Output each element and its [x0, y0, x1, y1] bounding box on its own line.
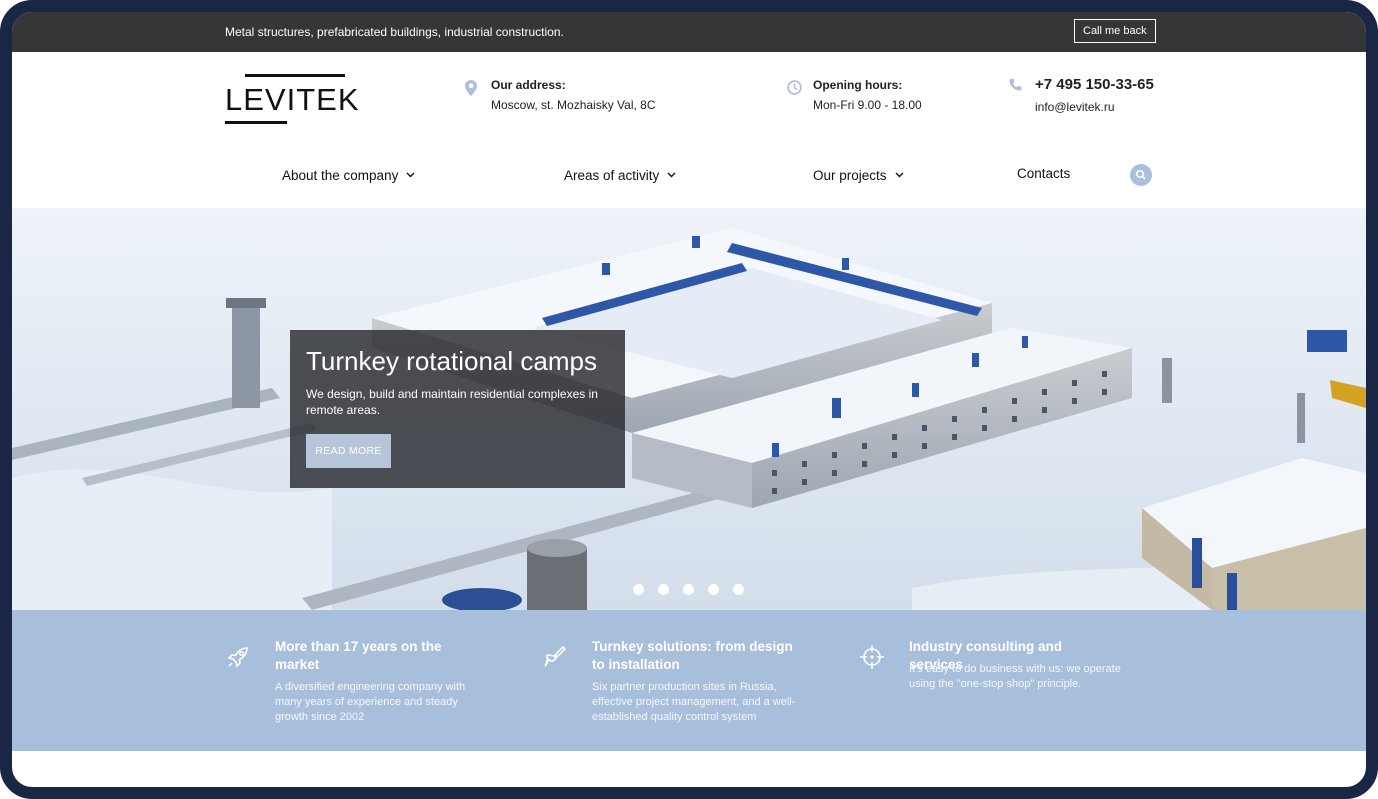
logo[interactable]: LEVITEK: [225, 74, 359, 126]
nav-label: Areas of activity: [564, 168, 660, 183]
chevron-down-icon: [895, 166, 904, 181]
nav-our-projects[interactable]: Our projects: [813, 166, 904, 183]
features-band: More than 17 years on the market A diver…: [12, 610, 1366, 751]
nav-contacts[interactable]: Contacts: [1017, 166, 1070, 181]
location-pin-icon: [465, 80, 477, 101]
feature-description: A diversified engineering company with m…: [275, 681, 466, 723]
nav-about-company[interactable]: About the company: [282, 166, 415, 183]
search-icon: [1135, 169, 1146, 180]
chevron-down-icon: [406, 166, 415, 181]
search-button[interactable]: [1130, 164, 1152, 186]
nav-areas-of-activity[interactable]: Areas of activity: [564, 166, 676, 183]
page: Metal structures, prefabricated building…: [12, 12, 1366, 787]
hero-slider: Turnkey rotational camps We design, buil…: [12, 208, 1366, 610]
phone-number[interactable]: +7 495 150-33-65: [1035, 76, 1154, 93]
call-me-back-button[interactable]: Call me back: [1074, 19, 1156, 43]
feature-title: More than 17 years on the market: [275, 639, 442, 672]
hero-description: We design, build and maintain residentia…: [306, 387, 598, 417]
slider-dot-2[interactable]: [658, 584, 669, 595]
clock-icon: [787, 80, 802, 100]
feature-description: Six partner production sites in Russia, …: [592, 681, 796, 723]
brush-icon: [542, 644, 568, 675]
address-value: Moscow, st. Mozhaisky Val, 8C: [491, 98, 656, 112]
nav-label: About the company: [282, 168, 399, 183]
feature-title: Turnkey solutions: from design to instal…: [592, 639, 793, 672]
slider-dot-3[interactable]: [683, 584, 694, 595]
hero-caption: Turnkey rotational camps We design, buil…: [290, 330, 625, 488]
chevron-down-icon: [667, 166, 676, 181]
hours-value: Mon-Fri 9.00 - 18.00: [813, 98, 922, 112]
hero-image: [12, 208, 1366, 610]
logo-bar-top: [245, 74, 345, 77]
hours-label: Opening hours:: [813, 78, 903, 92]
read-more-button[interactable]: READ MORE: [306, 434, 391, 468]
phone-icon: [1008, 78, 1023, 98]
rocket-icon: [225, 644, 251, 675]
feature-description: It's easy to do business with us: we ope…: [909, 663, 1121, 690]
hero-title: Turnkey rotational camps: [306, 346, 597, 376]
email-link[interactable]: info@levitek.ru: [1035, 100, 1115, 114]
slider-dot-5[interactable]: [733, 584, 744, 595]
browser-frame: Metal structures, prefabricated building…: [0, 0, 1378, 799]
top-bar-tagline: Metal structures, prefabricated building…: [225, 25, 564, 39]
top-bar: Metal structures, prefabricated building…: [12, 12, 1366, 52]
slider-dot-1[interactable]: [633, 584, 644, 595]
nav-label: Our projects: [813, 168, 887, 183]
slider-dot-4[interactable]: [708, 584, 719, 595]
logo-text: LEVITEK: [225, 82, 360, 117]
address-label: Our address:: [491, 78, 566, 92]
crosshair-icon: [859, 644, 885, 675]
logo-bar-bottom: [225, 121, 287, 124]
nav-label: Contacts: [1017, 166, 1071, 181]
